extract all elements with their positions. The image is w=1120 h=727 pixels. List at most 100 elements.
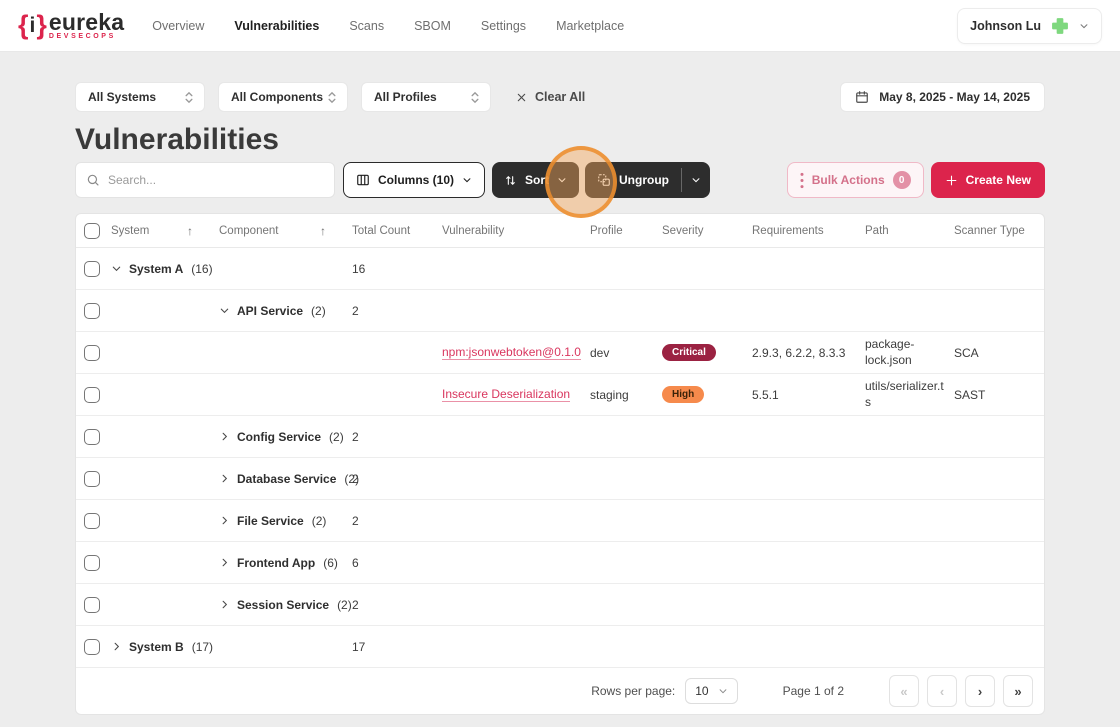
avatar [1050, 16, 1070, 36]
systems-filter[interactable]: All Systems [75, 82, 205, 112]
create-new-button[interactable]: Create New [931, 162, 1045, 198]
table-cell: Frontend App(6) [219, 556, 352, 570]
nav-item-sbom[interactable]: SBOM [414, 19, 451, 33]
row-checkbox[interactable] [84, 345, 100, 361]
nav-item-marketplace[interactable]: Marketplace [556, 19, 624, 33]
header-total-count[interactable]: Total Count [352, 225, 442, 237]
profiles-filter[interactable]: All Profiles [361, 82, 491, 112]
topbar: {i} eureka DEVSECOPS Overview Vulnerabili… [0, 0, 1120, 52]
severity-badge: High [662, 386, 704, 403]
pager: « ‹ › » [889, 675, 1033, 707]
header-requirements[interactable]: Requirements [752, 225, 865, 237]
expand-chevron-icon[interactable] [219, 431, 230, 442]
table-row: File Service (2) 2 [76, 500, 1044, 542]
columns-button[interactable]: Columns (10) [343, 162, 485, 198]
next-page-button[interactable]: › [965, 675, 995, 707]
first-page-button[interactable]: « [889, 675, 919, 707]
table-cell: System B(17) [111, 640, 219, 654]
table-cell: 2 [352, 430, 442, 444]
table-cell: Session Service(2) [219, 598, 352, 612]
row-checkbox[interactable] [84, 303, 100, 319]
user-menu[interactable]: Johnson Lu [957, 8, 1102, 44]
total-count: 16 [352, 262, 365, 276]
row-checkbox[interactable] [84, 261, 100, 277]
row-checkbox[interactable] [84, 513, 100, 529]
select-all-checkbox[interactable] [84, 223, 100, 239]
sort-asc-icon[interactable]: ↑ [187, 224, 193, 238]
group-count: (2) [312, 514, 327, 528]
dots-vertical-icon [800, 172, 804, 189]
table-row: Insecure DeserializationstagingHigh5.5.1… [76, 374, 1044, 416]
logo-brace-left: { [18, 12, 29, 39]
components-filter[interactable]: All Components [218, 82, 348, 112]
table-cell: 2.9.3, 6.2.2, 8.3.3 [752, 346, 865, 360]
brand-logo[interactable]: {i} eureka DEVSECOPS [18, 12, 124, 40]
sort-label: Sort [525, 173, 549, 187]
table-cell: File Service (2) [219, 514, 352, 528]
calendar-icon [855, 90, 869, 104]
header-severity[interactable]: Severity [662, 225, 752, 237]
vulnerability-link[interactable]: npm:jsonwebtoken@0.1.0 [442, 345, 581, 360]
table-cell: Insecure Deserialization [442, 387, 590, 402]
systems-filter-label: All Systems [88, 90, 156, 104]
table-cell [76, 387, 111, 403]
search-input[interactable] [108, 173, 324, 187]
row-checkbox[interactable] [84, 555, 100, 571]
brand-name: eureka [49, 12, 124, 32]
total-count: 2 [352, 598, 359, 612]
expand-chevron-icon[interactable] [219, 599, 230, 610]
total-count: 2 [352, 514, 359, 528]
requirements-value: 2.9.3, 6.2.2, 8.3.3 [752, 346, 845, 360]
bulk-actions-button[interactable]: Bulk Actions 0 [787, 162, 924, 198]
updown-icon [327, 90, 337, 105]
expand-chevron-icon[interactable] [219, 473, 230, 484]
ungroup-button[interactable]: Ungroup [585, 162, 681, 198]
row-checkbox[interactable] [84, 639, 100, 655]
header-path[interactable]: Path [865, 225, 954, 237]
nav-item-vulnerabilities[interactable]: Vulnerabilities [234, 19, 319, 33]
clear-all-button[interactable]: Clear All [516, 90, 585, 104]
group-name: Session Service [237, 598, 329, 612]
updown-icon [470, 90, 480, 105]
expand-chevron-icon[interactable] [111, 641, 122, 652]
nav-item-settings[interactable]: Settings [481, 19, 526, 33]
expand-chevron-icon[interactable] [219, 557, 230, 568]
table-cell: staging [590, 388, 662, 402]
row-checkbox[interactable] [84, 429, 100, 445]
collapse-chevron-icon[interactable] [111, 263, 122, 274]
header-system[interactable]: System↑ [111, 224, 219, 238]
path-value: utils/serializer.ts [865, 379, 954, 410]
ungroup-label: Ungroup [619, 173, 669, 187]
ungroup-menu-chevron[interactable] [682, 162, 710, 198]
expand-chevron-icon[interactable] [219, 515, 230, 526]
nav-item-overview[interactable]: Overview [152, 19, 204, 33]
header-scanner-type[interactable]: Scanner Type [954, 225, 1044, 237]
last-page-button[interactable]: » [1003, 675, 1033, 707]
vulnerability-link[interactable]: Insecure Deserialization [442, 387, 570, 402]
date-range-picker[interactable]: May 8, 2025 - May 14, 2025 [840, 82, 1045, 112]
nav-item-scans[interactable]: Scans [349, 19, 384, 33]
prev-page-button[interactable]: ‹ [927, 675, 957, 707]
group-count: (6) [323, 556, 338, 570]
rows-per-page-select[interactable]: 10 [685, 678, 737, 704]
total-count: 2 [352, 430, 359, 444]
header-vulnerability[interactable]: Vulnerability [442, 225, 590, 237]
table-cell [76, 513, 111, 529]
vulnerabilities-table: System↑ Component↑ Total Count Vulnerabi… [75, 213, 1045, 715]
table-row: API Service(2)2 [76, 290, 1044, 332]
group-name: System B [129, 640, 184, 654]
header-profile[interactable]: Profile [590, 225, 662, 237]
row-checkbox[interactable] [84, 471, 100, 487]
sort-button[interactable]: Sort [492, 162, 579, 198]
chevron-down-icon [718, 686, 728, 696]
group-name: API Service [237, 304, 303, 318]
row-checkbox[interactable] [84, 597, 100, 613]
header-component[interactable]: Component↑ [219, 224, 352, 238]
row-checkbox[interactable] [84, 387, 100, 403]
group-name: Config Service [237, 430, 321, 444]
sort-asc-icon[interactable]: ↑ [320, 224, 326, 238]
group-name: File Service [237, 514, 304, 528]
table-cell [76, 597, 111, 613]
collapse-chevron-icon[interactable] [219, 305, 230, 316]
search-box [75, 162, 335, 198]
